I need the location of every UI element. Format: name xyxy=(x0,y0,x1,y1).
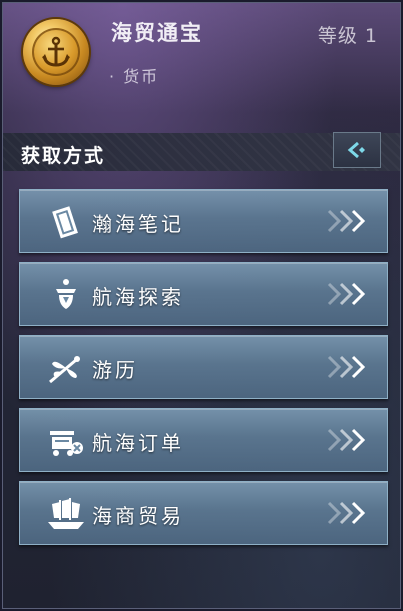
back-arrow-icon xyxy=(347,141,365,159)
option-label: 瀚海笔记 xyxy=(92,212,184,236)
anchor-coin-icon xyxy=(23,19,89,85)
chevron-right-icon xyxy=(327,282,366,306)
option-label: 航海订单 xyxy=(92,431,184,455)
option-label: 游历 xyxy=(92,358,138,382)
option-sea-orders[interactable]: 航海订单 xyxy=(19,408,388,472)
back-button[interactable] xyxy=(333,132,381,168)
option-label: 航海探索 xyxy=(92,285,184,309)
item-name: 海贸通宝 xyxy=(111,21,203,45)
dragonfly-icon xyxy=(49,356,80,384)
option-label: 海商贸易 xyxy=(92,504,184,528)
option-sea-trade[interactable]: 海商贸易 xyxy=(19,481,388,545)
currency-info-panel: 海贸通宝 · 货币 等级 1 获取方式 瀚海笔记 航海探索 游历 航海订单 海商… xyxy=(2,2,401,609)
section-title: 获取方式 xyxy=(21,145,106,167)
chevron-right-icon xyxy=(327,428,366,452)
chevron-right-icon xyxy=(327,209,366,233)
item-type: · 货币 xyxy=(109,67,160,86)
junk-ship-icon xyxy=(48,498,84,529)
chevron-right-icon xyxy=(327,501,366,525)
option-travel[interactable]: 游历 xyxy=(19,335,388,399)
option-sea-exploration[interactable]: 航海探索 xyxy=(19,262,388,326)
explore-hand-icon xyxy=(56,279,76,309)
item-level: 等级 1 xyxy=(317,25,378,47)
option-hanhai-notes[interactable]: 瀚海笔记 xyxy=(19,189,388,253)
order-cart-icon xyxy=(50,431,83,456)
chevron-right-icon xyxy=(327,355,366,379)
notebook-icon xyxy=(52,206,78,239)
